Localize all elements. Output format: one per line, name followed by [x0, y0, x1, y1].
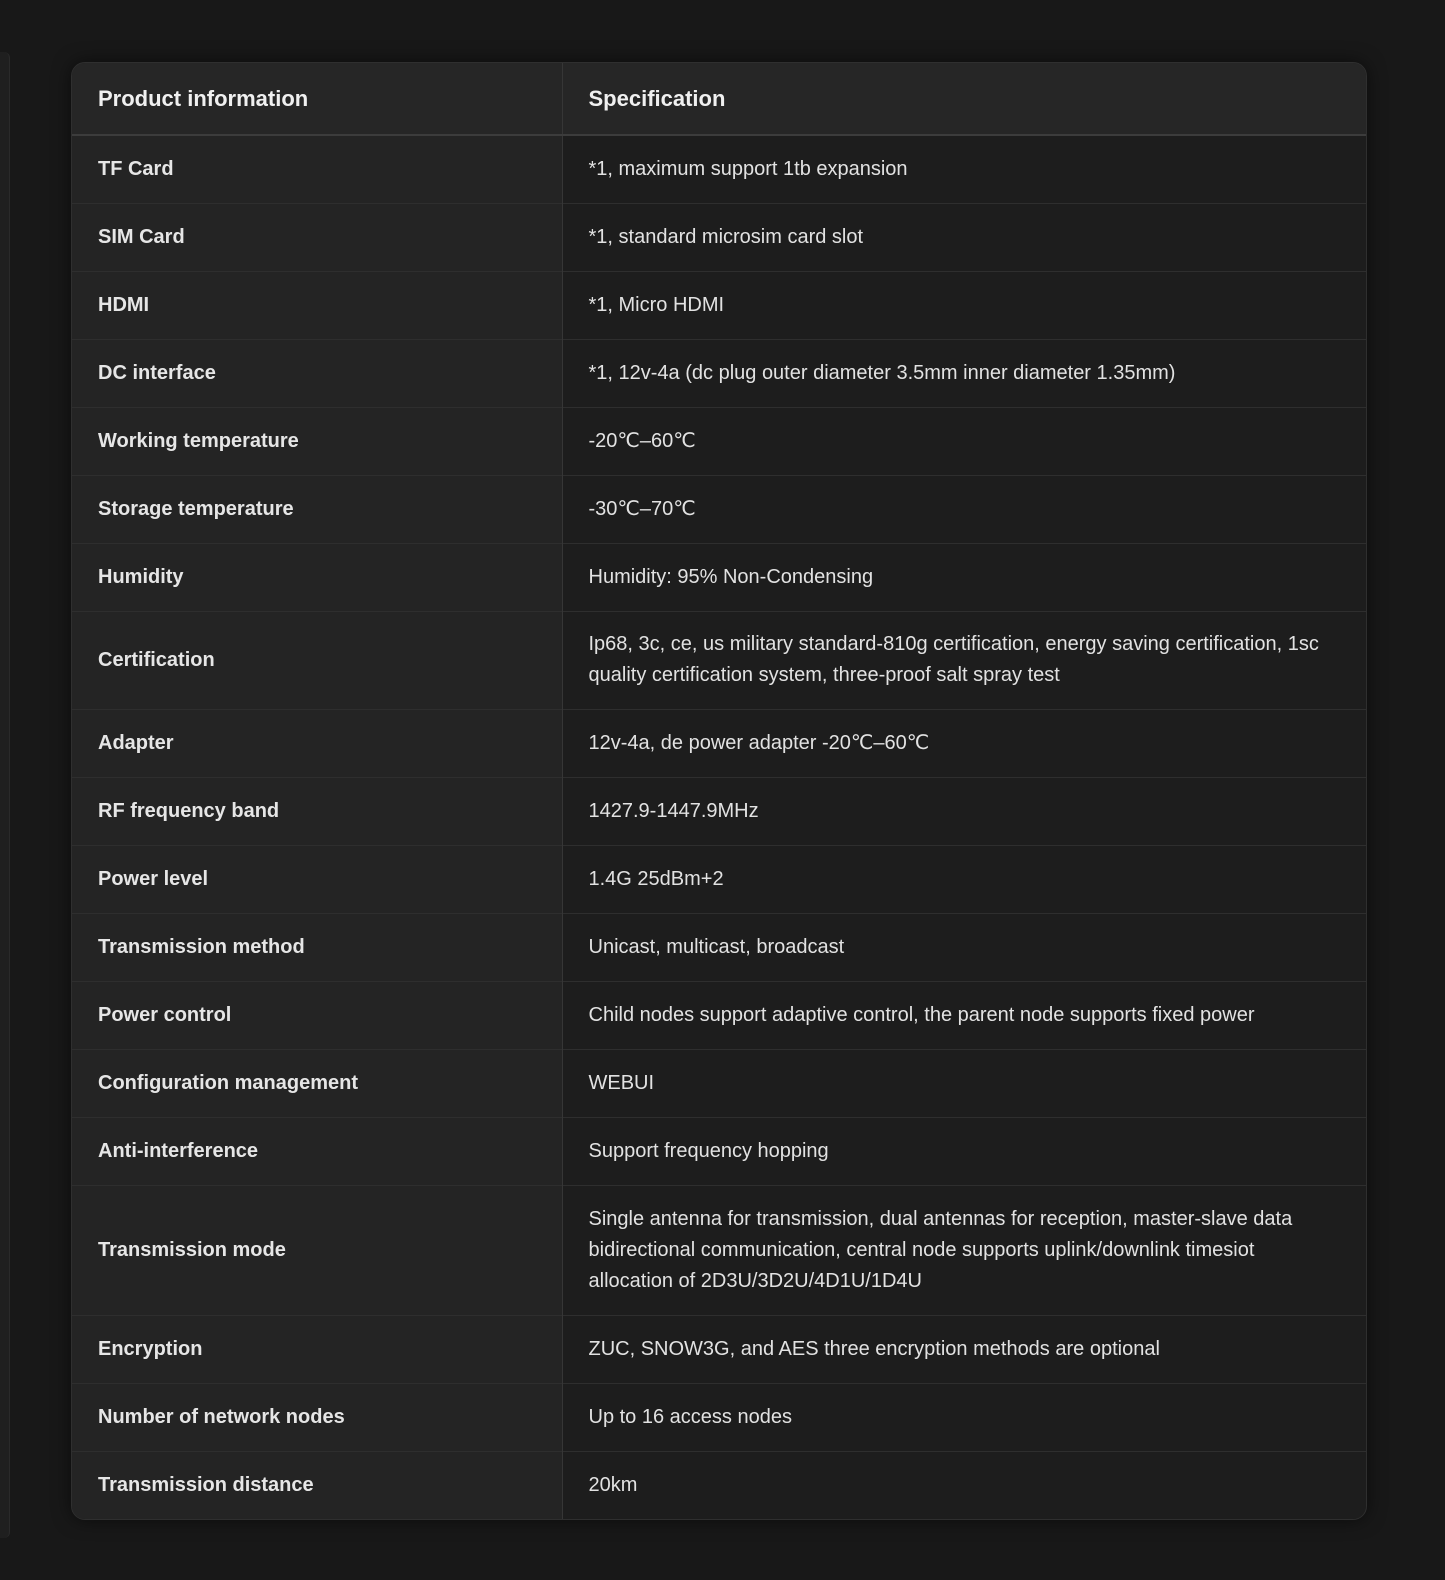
row-value: Single antenna for transmission, dual an…	[562, 1185, 1366, 1315]
row-label: Certification	[72, 611, 563, 709]
row-label: RF frequency band	[72, 777, 563, 845]
row-value: 12v-4a, de power adapter -20℃–60℃	[562, 709, 1366, 777]
table-row: Transmission method Unicast, multicast, b…	[72, 913, 1366, 981]
row-value: *1, maximum support 1tb expansion	[562, 135, 1366, 203]
row-value: 1427.9-1447.9MHz	[562, 777, 1366, 845]
table-row: Transmission mode Single antenna for tran…	[72, 1185, 1366, 1315]
table-row: Number of network nodes Up to 16 access n…	[72, 1383, 1366, 1451]
row-value: Up to 16 access nodes	[562, 1383, 1366, 1451]
table-row: Power control Child nodes support adaptiv…	[72, 981, 1366, 1049]
row-label: Power control	[72, 981, 563, 1049]
row-label: Anti-interference	[72, 1117, 563, 1185]
table-row: DC interface *1, 12v-4a (dc plug outer di…	[72, 339, 1366, 407]
row-value: -30℃–70℃	[562, 475, 1366, 543]
row-label: HDMI	[72, 271, 563, 339]
row-label: TF Card	[72, 135, 563, 203]
row-value: Support frequency hopping	[562, 1117, 1366, 1185]
row-value: WEBUI	[562, 1049, 1366, 1117]
table-row: Adapter 12v-4a, de power adapter -20℃–60℃	[72, 709, 1366, 777]
table-row: RF frequency band 1427.9-1447.9MHz	[72, 777, 1366, 845]
spec-table: Product information Specification TF Car…	[72, 63, 1366, 1519]
row-label: Storage temperature	[72, 475, 563, 543]
row-value: ZUC, SNOW3G, and AES three encryption me…	[562, 1315, 1366, 1383]
table-row: SIM Card *1, standard microsim card slot	[72, 203, 1366, 271]
row-label: Transmission method	[72, 913, 563, 981]
row-label: Power level	[72, 845, 563, 913]
row-value: Child nodes support adaptive control, th…	[562, 981, 1366, 1049]
row-value: *1, Micro HDMI	[562, 271, 1366, 339]
row-label: Number of network nodes	[72, 1383, 563, 1451]
header-product-information: Product information	[72, 63, 563, 136]
row-value: 1.4G 25dBm+2	[562, 845, 1366, 913]
row-value: Unicast, multicast, broadcast	[562, 913, 1366, 981]
table-header-row: Product information Specification	[72, 63, 1366, 136]
row-value: *1, 12v-4a (dc plug outer diameter 3.5mm…	[562, 339, 1366, 407]
row-label: DC interface	[72, 339, 563, 407]
spec-table-card: Product information Specification TF Car…	[71, 62, 1367, 1520]
table-row: Power level 1.4G 25dBm+2	[72, 845, 1366, 913]
row-label: Transmission distance	[72, 1451, 563, 1519]
table-row: TF Card *1, maximum support 1tb expansion	[72, 135, 1366, 203]
table-body: TF Card *1, maximum support 1tb expansion…	[72, 135, 1366, 1519]
table-row: Anti-interference Support frequency hoppi…	[72, 1117, 1366, 1185]
row-label: Transmission mode	[72, 1185, 563, 1315]
row-label: SIM Card	[72, 203, 563, 271]
row-label: Encryption	[72, 1315, 563, 1383]
table-row: Storage temperature -30℃–70℃	[72, 475, 1366, 543]
table-row: Humidity Humidity: 95% Non-Condensing	[72, 543, 1366, 611]
left-panel-edge	[0, 52, 10, 1538]
row-value: 20km	[562, 1451, 1366, 1519]
row-value: *1, standard microsim card slot	[562, 203, 1366, 271]
row-label: Humidity	[72, 543, 563, 611]
table-row: Working temperature -20℃–60℃	[72, 407, 1366, 475]
row-value: Humidity: 95% Non-Condensing	[562, 543, 1366, 611]
table-row: Certification Ip68, 3c, ce, us military s…	[72, 611, 1366, 709]
row-value: Ip68, 3c, ce, us military standard-810g …	[562, 611, 1366, 709]
row-label: Configuration management	[72, 1049, 563, 1117]
table-row: Encryption ZUC, SNOW3G, and AES three enc…	[72, 1315, 1366, 1383]
row-label: Adapter	[72, 709, 563, 777]
row-value: -20℃–60℃	[562, 407, 1366, 475]
table-row: HDMI *1, Micro HDMI	[72, 271, 1366, 339]
header-specification: Specification	[562, 63, 1366, 136]
table-row: Configuration management WEBUI	[72, 1049, 1366, 1117]
table-row: Transmission distance 20km	[72, 1451, 1366, 1519]
row-label: Working temperature	[72, 407, 563, 475]
